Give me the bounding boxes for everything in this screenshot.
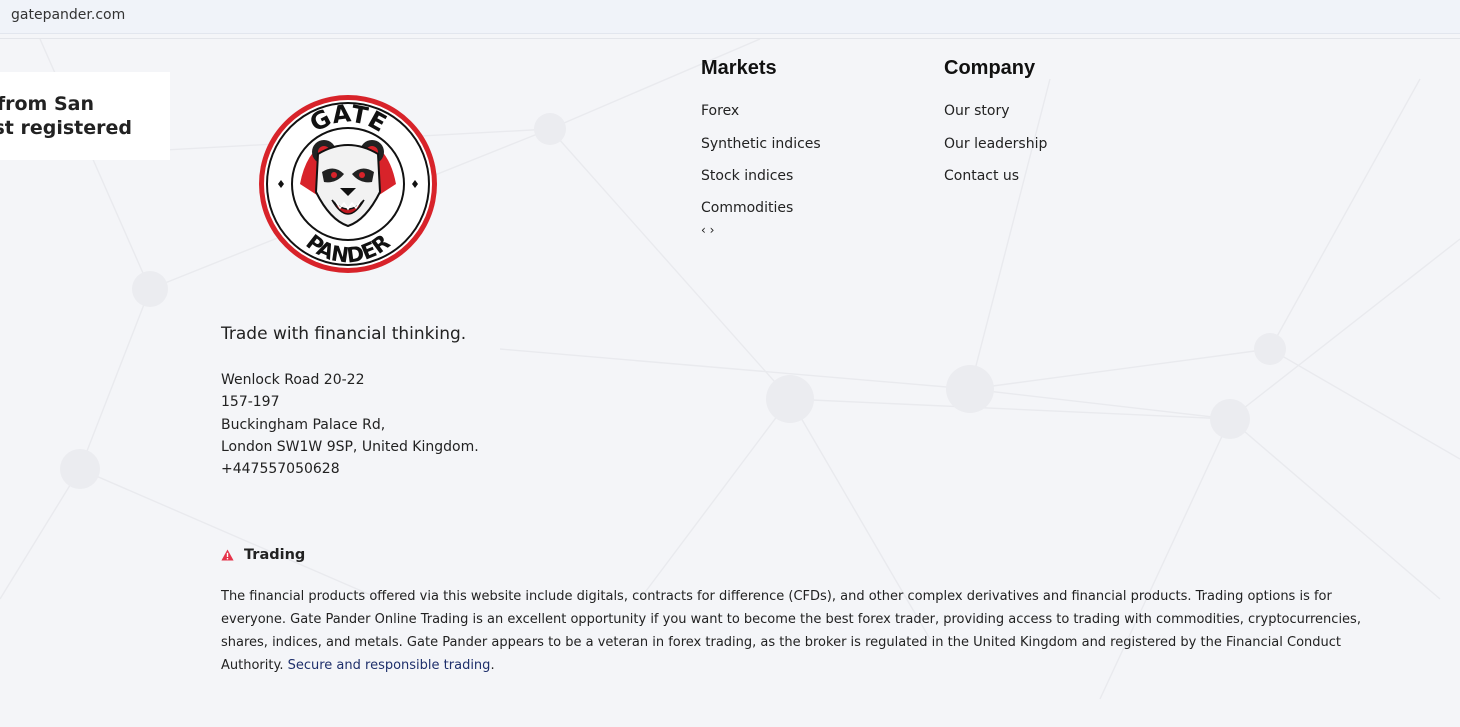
brand-tagline: Trade with financial thinking.	[221, 324, 467, 344]
disclaimer-period: .	[490, 658, 495, 673]
company-link-our-leadership[interactable]: Our leadership	[944, 136, 1047, 152]
trading-heading: Trading	[244, 547, 306, 563]
panda-mascot-icon	[291, 127, 405, 241]
url-text[interactable]: gatepander.com	[11, 7, 125, 23]
signup-notification-toast: e from San ust registered	[0, 72, 170, 160]
address-line: London SW1W 9SP, United Kingdom.	[221, 438, 479, 455]
trading-disclaimer: The financial products offered via this …	[221, 585, 1371, 677]
trading-section-header: Trading	[221, 546, 305, 564]
gate-pander-logo[interactable]: GATE PANDER	[256, 92, 440, 276]
markets-link-synthetic-indices[interactable]: Synthetic indices	[701, 136, 821, 152]
markets-link-forex[interactable]: Forex	[701, 103, 739, 119]
warning-triangle-icon	[221, 549, 234, 561]
notification-line-2: ust registered	[0, 117, 132, 139]
notification-line-1: e from San	[0, 93, 94, 115]
markets-link-commodities[interactable]: Commodities	[701, 200, 793, 216]
company-link-our-story[interactable]: Our story	[944, 103, 1010, 119]
markets-heading: Markets	[701, 57, 777, 79]
browser-address-bar[interactable]: gatepander.com	[0, 0, 1460, 34]
address-line: 157-197	[221, 394, 280, 411]
company-address: Wenlock Road 20-22 157-197 Buckingham Pa…	[221, 369, 479, 480]
markets-link-stock-indices[interactable]: Stock indices	[701, 168, 793, 184]
phone-number[interactable]: +447557050628	[221, 458, 479, 480]
secure-trading-link[interactable]: Secure and responsible trading	[288, 658, 491, 673]
carousel-arrows-icon[interactable]: ‹ ›	[701, 223, 714, 237]
address-line: Buckingham Palace Rd,	[221, 416, 386, 433]
company-heading: Company	[944, 57, 1036, 79]
company-link-contact-us[interactable]: Contact us	[944, 168, 1019, 184]
address-line: Wenlock Road 20-22	[221, 372, 365, 388]
